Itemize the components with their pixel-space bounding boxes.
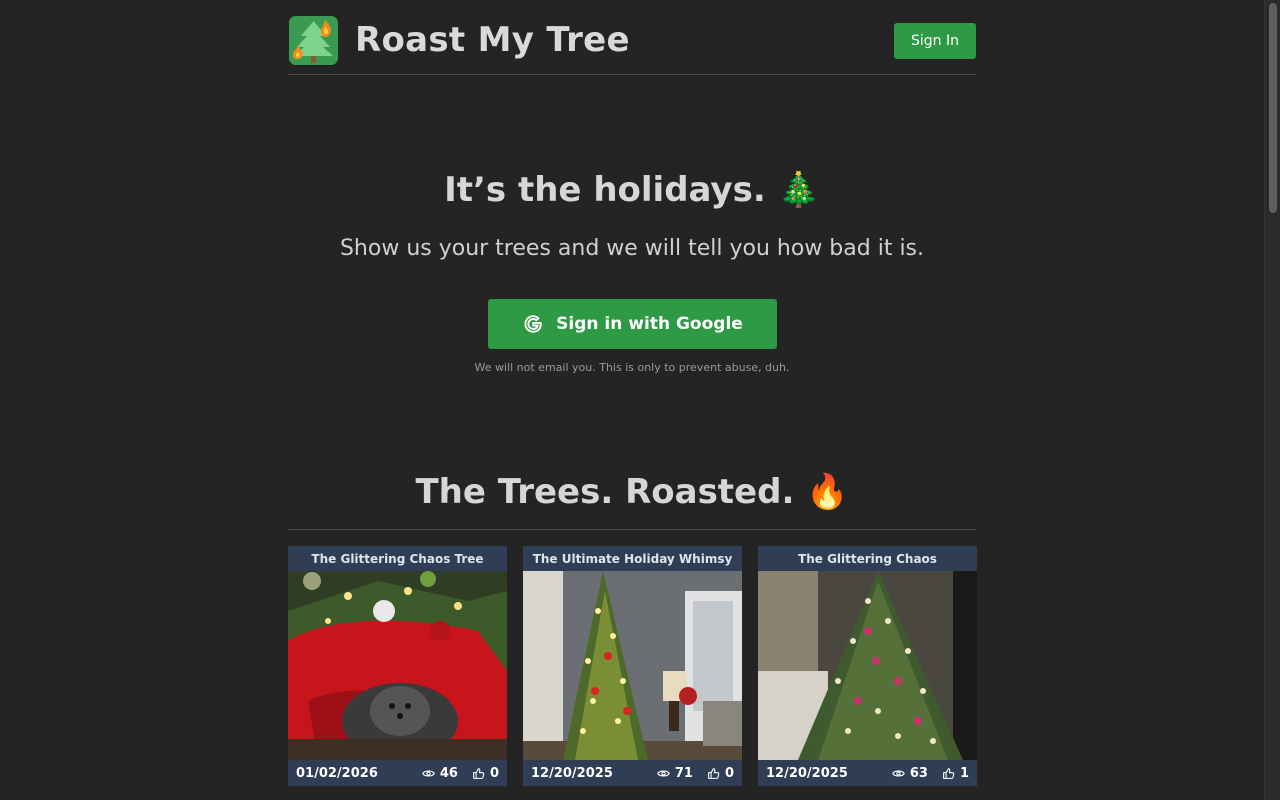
section-divider [288, 529, 976, 530]
eye-icon [892, 769, 905, 777]
tree-card-date: 01/02/2026 [296, 765, 378, 781]
google-sign-in-label: Sign in with Google [556, 314, 743, 334]
tree-photo[interactable] [758, 571, 977, 760]
likes-count: 1 [959, 765, 969, 781]
tree-card-date: 12/20/2025 [531, 765, 613, 781]
tree-card-title[interactable]: The Glittering Chaos Tree [288, 546, 507, 571]
thumbs-up-icon[interactable] [472, 767, 485, 780]
tree-card[interactable]: The Glittering Chaos Tree 01/02/2026 46 … [288, 546, 507, 786]
google-g-icon [524, 315, 542, 333]
tree-photo[interactable] [288, 571, 507, 760]
likes-count: 0 [724, 765, 734, 781]
likes-count: 0 [489, 765, 499, 781]
tree-card-footer: 12/20/2025 71 0 [523, 760, 742, 786]
likes-stat[interactable]: 0 [707, 766, 734, 781]
email-disclaimer: We will not email you. This is only to p… [474, 361, 790, 374]
page-scrollbar[interactable] [1264, 0, 1280, 800]
hero-title: It’s the holidays. 🎄 [444, 170, 820, 210]
views-stat: 71 [657, 766, 693, 781]
views-count: 71 [674, 765, 693, 781]
tree-card-title[interactable]: The Ultimate Holiday Whimsy [523, 546, 742, 571]
views-count: 46 [439, 765, 458, 781]
views-stat: 63 [892, 766, 928, 781]
sign-in-button[interactable]: Sign In [894, 23, 976, 59]
section-title: The Trees. Roasted. 🔥 [415, 472, 849, 512]
views-count: 63 [909, 765, 928, 781]
thumbs-up-icon[interactable] [707, 767, 720, 780]
tree-card-footer: 01/02/2026 46 0 [288, 760, 507, 786]
tree-card[interactable]: The Ultimate Holiday Whimsy 12/20/2025 7… [523, 546, 742, 786]
hero-subtitle: Show us your trees and we will tell you … [339, 236, 925, 261]
thumbs-up-icon[interactable] [942, 767, 955, 780]
tree-card-title[interactable]: The Glittering Chaos [758, 546, 977, 571]
tree-card[interactable]: The Glittering Chaos 12/20/2025 63 1 [758, 546, 977, 786]
views-stat: 46 [422, 766, 458, 781]
site-title[interactable]: Roast My Tree [355, 20, 630, 60]
google-sign-in-button[interactable]: Sign in with Google [488, 299, 777, 349]
eye-icon [657, 769, 670, 777]
tree-card-date: 12/20/2025 [766, 765, 848, 781]
logo-icon[interactable] [289, 16, 338, 65]
likes-stat[interactable]: 0 [472, 766, 499, 781]
eye-icon [422, 769, 435, 777]
tree-photo[interactable] [523, 571, 742, 760]
scrollbar-thumb[interactable] [1269, 3, 1277, 213]
header: Roast My Tree Sign In [288, 0, 976, 75]
page: Roast My Tree Sign In It’s the holidays.… [0, 0, 1280, 800]
tree-card-grid: The Glittering Chaos Tree 01/02/2026 46 … [288, 546, 977, 786]
likes-stat[interactable]: 1 [942, 766, 969, 781]
tree-card-footer: 12/20/2025 63 1 [758, 760, 977, 786]
